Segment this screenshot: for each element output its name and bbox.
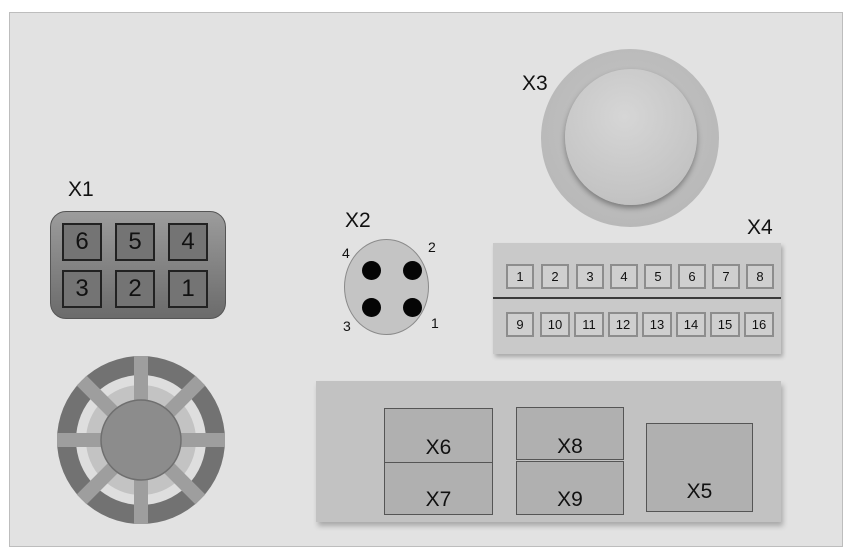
x4-pin: 2 bbox=[541, 264, 569, 289]
x4-pin: 3 bbox=[576, 264, 604, 289]
x2-connector bbox=[344, 239, 429, 335]
x8-label: X8 bbox=[557, 435, 583, 458]
x2-label: X2 bbox=[345, 209, 371, 232]
x7-connector: X7 bbox=[384, 462, 493, 515]
x4-pin: 16 bbox=[744, 312, 774, 337]
x2-pin-label-2: 2 bbox=[428, 239, 436, 255]
x7-label: X7 bbox=[425, 488, 452, 511]
x4-pin: 4 bbox=[610, 264, 638, 289]
x6-connector: X6 bbox=[384, 408, 493, 463]
x1-pin-3: 3 bbox=[62, 270, 102, 308]
x3-label: X3 bbox=[522, 72, 548, 95]
x1-pin-2: 2 bbox=[115, 270, 155, 308]
x2-pin-dot bbox=[362, 298, 381, 317]
x1-pin-6: 6 bbox=[62, 223, 102, 261]
round-connector bbox=[57, 356, 225, 524]
x4-pin: 9 bbox=[506, 312, 534, 337]
x4-pin: 1 bbox=[506, 264, 534, 289]
x1-pin-1: 1 bbox=[168, 270, 208, 308]
x9-label: X9 bbox=[557, 488, 583, 511]
x4-pin: 13 bbox=[642, 312, 672, 337]
x2-pin-dot bbox=[403, 261, 422, 280]
x2-pin-dot bbox=[362, 261, 381, 280]
x4-pin: 10 bbox=[540, 312, 570, 337]
x4-label: X4 bbox=[747, 216, 773, 239]
x3-connector-cap bbox=[565, 69, 697, 205]
x5-connector: X5 bbox=[646, 423, 753, 512]
x4-pin: 14 bbox=[676, 312, 706, 337]
x4-pin: 6 bbox=[678, 264, 706, 289]
x2-pin-dot bbox=[403, 298, 422, 317]
x4-pin: 12 bbox=[608, 312, 638, 337]
x1-label: X1 bbox=[68, 178, 94, 201]
x1-pin-4: 4 bbox=[168, 223, 208, 261]
x2-pin-label-1: 1 bbox=[431, 315, 439, 331]
x9-connector: X9 bbox=[516, 461, 624, 515]
x2-pin-label-4: 4 bbox=[342, 245, 350, 261]
x2-pin-label-3: 3 bbox=[343, 318, 351, 334]
x4-divider bbox=[493, 297, 781, 299]
x6-label: X6 bbox=[425, 436, 452, 459]
round-connector-center bbox=[100, 399, 182, 481]
x4-pin: 5 bbox=[644, 264, 672, 289]
x4-pin: 7 bbox=[712, 264, 740, 289]
x4-pin: 11 bbox=[574, 312, 604, 337]
x8-connector: X8 bbox=[516, 407, 624, 460]
x5-label: X5 bbox=[686, 480, 713, 503]
x4-pin: 15 bbox=[710, 312, 740, 337]
x4-pin: 8 bbox=[746, 264, 774, 289]
x1-pin-5: 5 bbox=[115, 223, 155, 261]
